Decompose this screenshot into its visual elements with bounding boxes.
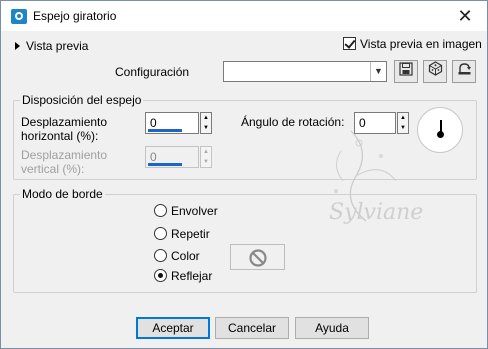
- hshift-label-line1: Desplazamiento: [21, 115, 108, 129]
- radio-button[interactable]: [154, 249, 167, 262]
- radio-reflejar[interactable]: Reflejar: [154, 269, 212, 283]
- reset-defaults-button[interactable]: [452, 60, 476, 83]
- radio-label: Reflejar: [171, 269, 213, 283]
- expand-triangle-icon: [15, 42, 20, 50]
- save-preset-button[interactable]: [394, 60, 418, 83]
- randomize-button[interactable]: [423, 60, 447, 83]
- radio-color[interactable]: Color: [154, 249, 200, 263]
- radio-repetir[interactable]: Repetir: [154, 227, 210, 241]
- save-icon: [399, 62, 413, 76]
- radio-label: Repetir: [171, 227, 210, 241]
- color-swatch[interactable]: [230, 244, 285, 270]
- live-preview-checkbox[interactable]: [343, 37, 356, 50]
- dial-center: [437, 131, 444, 138]
- radio-button[interactable]: [154, 227, 167, 240]
- radio-label: Color: [171, 249, 200, 263]
- dialog-window: Espejo giratorio ✕ Vista previa Vista pr…: [0, 0, 488, 349]
- config-dropdown[interactable]: ▼: [223, 61, 387, 82]
- help-button[interactable]: Ayuda: [295, 317, 369, 339]
- preview-toggle[interactable]: Vista previa: [15, 39, 88, 53]
- hshift-stepper-buttons[interactable]: ▲ ▼: [200, 112, 212, 134]
- cancel-button[interactable]: Cancelar: [215, 317, 289, 339]
- vshift-slider-bar[interactable]: [148, 163, 182, 166]
- live-preview-label: Vista previa en imagen: [360, 37, 482, 51]
- hshift-slider-bar[interactable]: [148, 129, 182, 132]
- watermark-ornament-icon: Sylviane: [329, 130, 423, 225]
- window-title: Espejo giratorio: [33, 9, 117, 23]
- vshift-label-line1: Desplazamiento: [21, 148, 108, 162]
- title-bar: Espejo giratorio ✕: [1, 1, 487, 31]
- vshift-label-line2: vertical (%):: [21, 162, 85, 176]
- ok-button[interactable]: Aceptar: [136, 317, 210, 339]
- watermark-text: Sylviane: [329, 200, 423, 225]
- live-preview-checkbox-row[interactable]: Vista previa en imagen: [343, 37, 482, 51]
- config-label: Configuración: [115, 65, 190, 79]
- dice-icon: [428, 61, 442, 76]
- radio-label: Envolver: [171, 204, 218, 218]
- close-button[interactable]: ✕: [447, 3, 483, 29]
- radio-button[interactable]: [154, 204, 167, 217]
- radio-envolver[interactable]: Envolver: [154, 204, 218, 218]
- chevron-down-icon[interactable]: ▼: [370, 62, 386, 81]
- mirror-layout-group-title: Disposición del espejo: [20, 93, 144, 107]
- border-mode-group-title: Modo de borde: [20, 187, 105, 201]
- app-icon: [11, 9, 27, 24]
- hshift-label-line2: horizontal (%):: [21, 129, 99, 143]
- vshift-stepper-buttons[interactable]: ▲ ▼: [200, 146, 212, 168]
- disabled-circle-icon: [249, 249, 267, 267]
- reset-icon: [458, 63, 471, 75]
- radio-button[interactable]: [154, 269, 167, 282]
- watermark: Sylviane: [281, 121, 431, 244]
- preview-toggle-label: Vista previa: [26, 39, 89, 53]
- vshift-spinner[interactable]: 0 ▲ ▼: [145, 146, 213, 168]
- hshift-spinner[interactable]: 0 ▲ ▼: [145, 112, 213, 134]
